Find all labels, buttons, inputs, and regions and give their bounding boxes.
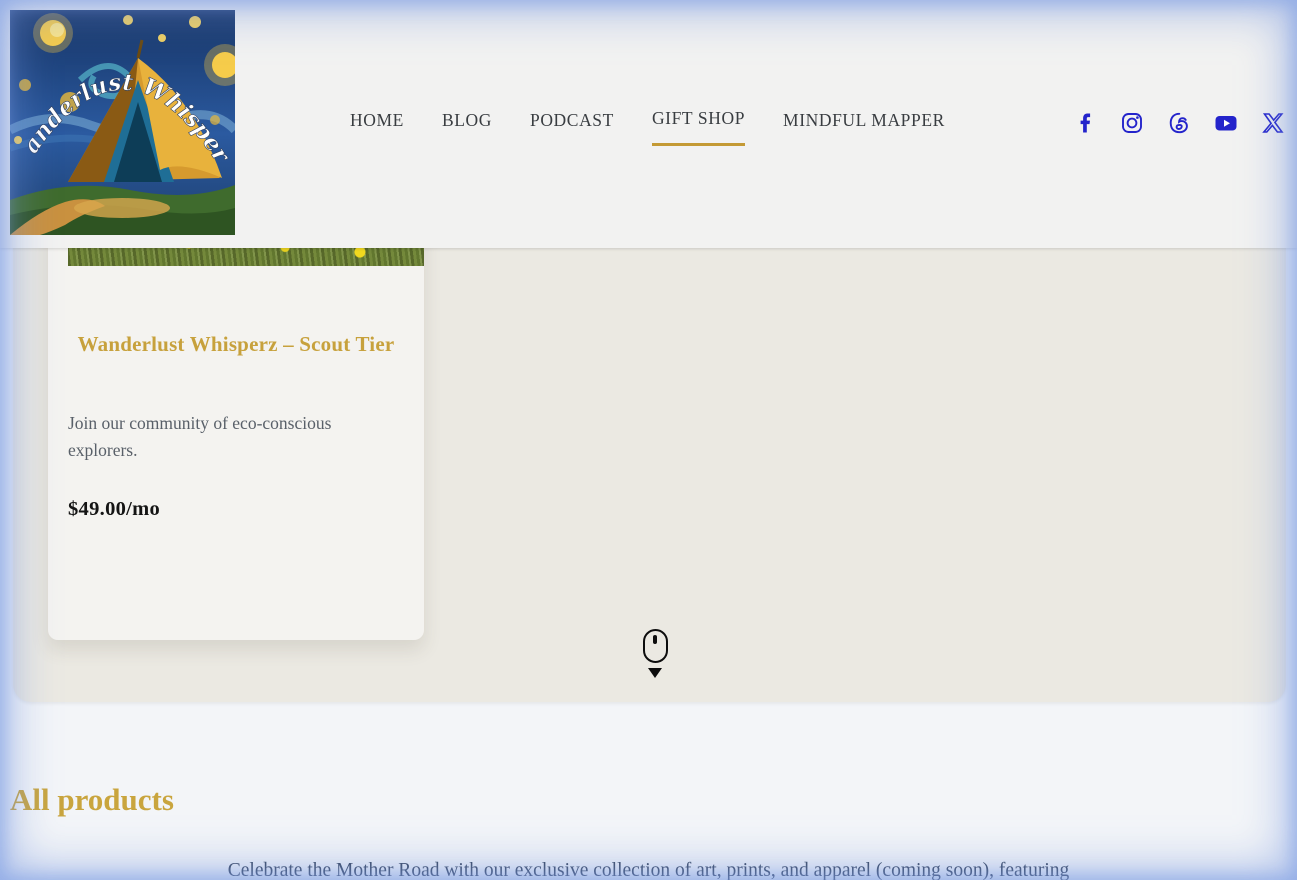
mouse-wheel-icon: [653, 635, 657, 644]
nav-podcast[interactable]: PODCAST: [530, 110, 614, 145]
logo-starry-tent-illustration: Wanderlust Whisperz: [10, 10, 235, 235]
x-twitter-icon[interactable]: [1261, 111, 1285, 135]
product-price: $49.00/mo: [68, 498, 404, 521]
shop-intro-text: Celebrate the Mother Road with our exclu…: [0, 857, 1297, 880]
facebook-icon[interactable]: [1073, 111, 1097, 135]
main-nav: HOME BLOG PODCAST GIFT SHOP MINDFUL MAPP…: [350, 108, 945, 146]
instagram-icon[interactable]: [1120, 111, 1144, 135]
site-header: Wanderlust Whisperz HOME BLOG PODCAST GI…: [0, 0, 1297, 248]
nav-mindful-mapper[interactable]: MINDFUL MAPPER: [783, 110, 945, 145]
all-products-heading: All products: [10, 782, 174, 818]
scroll-down-indicator: [641, 629, 669, 678]
product-description: Join our community of eco-conscious expl…: [68, 410, 404, 464]
nav-home[interactable]: HOME: [350, 110, 404, 145]
mouse-icon: [643, 629, 668, 663]
site-logo[interactable]: Wanderlust Whisperz: [10, 10, 235, 235]
arrow-down-icon: [648, 668, 662, 678]
nav-gift-shop[interactable]: GIFT SHOP: [652, 108, 745, 146]
nav-blog[interactable]: BLOG: [442, 110, 492, 145]
youtube-icon[interactable]: [1214, 111, 1238, 135]
product-title: Wanderlust Whisperz – Scout Tier: [74, 330, 398, 358]
threads-icon[interactable]: [1167, 111, 1191, 135]
social-links: [1073, 111, 1285, 135]
